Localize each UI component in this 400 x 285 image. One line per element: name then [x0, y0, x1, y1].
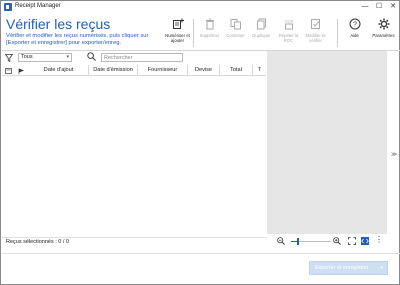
page-title: Vérifier les reçus — [6, 16, 111, 32]
footer-divider — [2, 253, 400, 254]
search-input[interactable] — [101, 53, 183, 62]
scan-add-label: Numériser et ajouter — [165, 33, 190, 43]
zoom-in-icon[interactable] — [333, 237, 341, 245]
toolbar-divider — [337, 19, 338, 47]
export-save-button[interactable]: Exporter et enregistrer ▾ — [309, 261, 388, 275]
edit-verify-label: Modifier et vérifier — [305, 33, 326, 43]
maximize-button[interactable]: ☐ — [372, 1, 386, 13]
help-label: Aide — [350, 33, 359, 38]
scan-add-button[interactable]: Numériser et ajouter — [164, 18, 191, 43]
duplicate-icon — [256, 18, 266, 30]
export-save-label: Exporter et enregistrer — [315, 265, 369, 271]
column-supplier[interactable]: Fournisseur — [138, 65, 188, 76]
filter-select[interactable]: Tous ▾ — [18, 53, 72, 62]
gear-icon — [378, 18, 389, 30]
expand-panel-icon[interactable]: ≫ — [391, 151, 397, 158]
column-date-added[interactable]: Date d'ajout — [29, 65, 89, 76]
chevron-down-icon[interactable]: ▾ — [380, 262, 383, 274]
chevron-down-icon: ▾ — [66, 54, 69, 60]
combine-icon — [230, 19, 241, 30]
filter-icon[interactable] — [5, 54, 13, 62]
trash-icon — [205, 18, 214, 30]
combine-button[interactable]: Combiner — [222, 18, 249, 38]
scan-add-icon — [172, 18, 184, 29]
minimize-button[interactable]: — — [358, 1, 372, 13]
column-truncated[interactable]: T — [253, 65, 266, 76]
search-icon[interactable] — [87, 52, 96, 61]
settings-button[interactable]: Paramètres — [370, 18, 397, 38]
fit-page-icon[interactable] — [348, 237, 356, 245]
title-bar: Receipt Manager — ☐ ✕ — [1, 1, 399, 13]
settings-label: Paramètres — [372, 33, 395, 38]
column-total[interactable]: Total — [220, 65, 253, 76]
checkmark-edit-icon — [310, 19, 320, 29]
fit-width-icon[interactable] — [361, 237, 369, 245]
combine-label: Combiner — [226, 33, 245, 38]
app-logo-icon — [4, 3, 12, 11]
svg-text:?: ? — [353, 22, 357, 29]
more-options-icon[interactable]: ⋮ — [375, 235, 383, 244]
redo-ocr-button[interactable]: OCR Répéter la ROC — [275, 18, 302, 44]
table-header: Date d'ajout Date d'émission Fournisseur… — [2, 65, 266, 76]
duplicate-label: Dupliquer — [252, 33, 271, 38]
receipt-column-icon[interactable] — [5, 68, 12, 74]
window-title: Receipt Manager — [15, 3, 61, 9]
selection-status: Reçus sélectionnés : 0 / 0 — [6, 239, 69, 245]
receipts-table: Date d'ajout Date d'émission Fournisseur… — [2, 65, 266, 238]
duplicate-button[interactable]: Dupliquer — [248, 18, 275, 38]
zoom-slider-handle[interactable] — [297, 238, 300, 245]
redo-ocr-label: Répéter la ROC — [278, 33, 299, 43]
help-icon: ? — [349, 18, 360, 30]
column-issue-date[interactable]: Date d'émission — [89, 65, 138, 76]
delete-button[interactable]: Supprimer — [196, 18, 223, 38]
column-currency[interactable]: Devise — [188, 65, 220, 76]
ocr-badge: OCR — [284, 19, 293, 24]
close-button[interactable]: ✕ — [386, 1, 400, 13]
page-description: Vérifier et modifier les reçus numérisés… — [6, 33, 149, 47]
filter-selected-value: Tous — [21, 54, 33, 60]
app-window: Receipt Manager — ☐ ✕ Vérifier les reçus… — [0, 0, 400, 285]
flag-column-icon[interactable] — [18, 68, 25, 74]
edit-verify-button[interactable]: Modifier et vérifier — [302, 18, 329, 43]
zoom-toolbar: ⋮ — [267, 234, 387, 248]
help-button[interactable]: ? Aide — [341, 18, 368, 38]
zoom-out-icon[interactable] — [277, 237, 285, 245]
receipt-preview-pane — [267, 51, 387, 234]
status-divider — [2, 237, 267, 238]
zoom-slider[interactable] — [291, 238, 331, 245]
toolbar-divider — [193, 19, 194, 47]
delete-label: Supprimer — [199, 33, 220, 38]
ocr-icon: OCR — [284, 19, 293, 30]
